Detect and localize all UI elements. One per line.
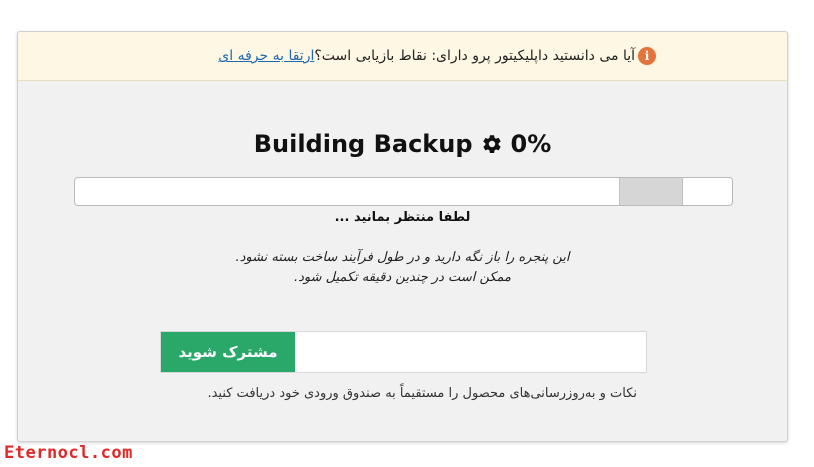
build-info: این پنجره را باز نگه دارید و در طول فرآی… [18, 248, 787, 288]
wait-message: لطفا منتظر بمانید ... [334, 210, 471, 225]
backup-panel: i آیا می دانستید داپلیکیتور پرو دارای: ن… [17, 31, 788, 442]
subscribe-form: مشترک شوید [160, 331, 647, 373]
watermark-text: Eternocl.com [4, 443, 133, 463]
info-icon: i [638, 47, 656, 65]
upgrade-link[interactable]: ارتقا به حرفه ای [218, 48, 314, 64]
upgrade-notice: i آیا می دانستید داپلیکیتور پرو دارای: ن… [18, 32, 787, 81]
build-title-text: Building Backup [253, 130, 473, 158]
subscribe-description: نکات و به‌روزرسانی‌های محصول را مستقیماً… [207, 386, 637, 401]
email-field[interactable] [295, 332, 646, 372]
notice-text: آیا می دانستید داپلیکیتور پرو دارای: نقا… [314, 48, 635, 64]
build-title: Building Backup 0% [18, 130, 787, 158]
build-percent: 0% [510, 130, 552, 158]
progress-bar [74, 177, 733, 206]
build-info-line2: ممکن است در چندین دقیقه تکمیل شود. [293, 270, 512, 285]
progress-indicator [619, 178, 683, 205]
subscribe-button[interactable]: مشترک شوید [161, 332, 295, 372]
notice-content: i آیا می دانستید داپلیکیتور پرو دارای: ن… [218, 47, 656, 65]
build-info-line1: این پنجره را باز نگه دارید و در طول فرآی… [235, 250, 570, 265]
gear-icon [482, 135, 501, 153]
